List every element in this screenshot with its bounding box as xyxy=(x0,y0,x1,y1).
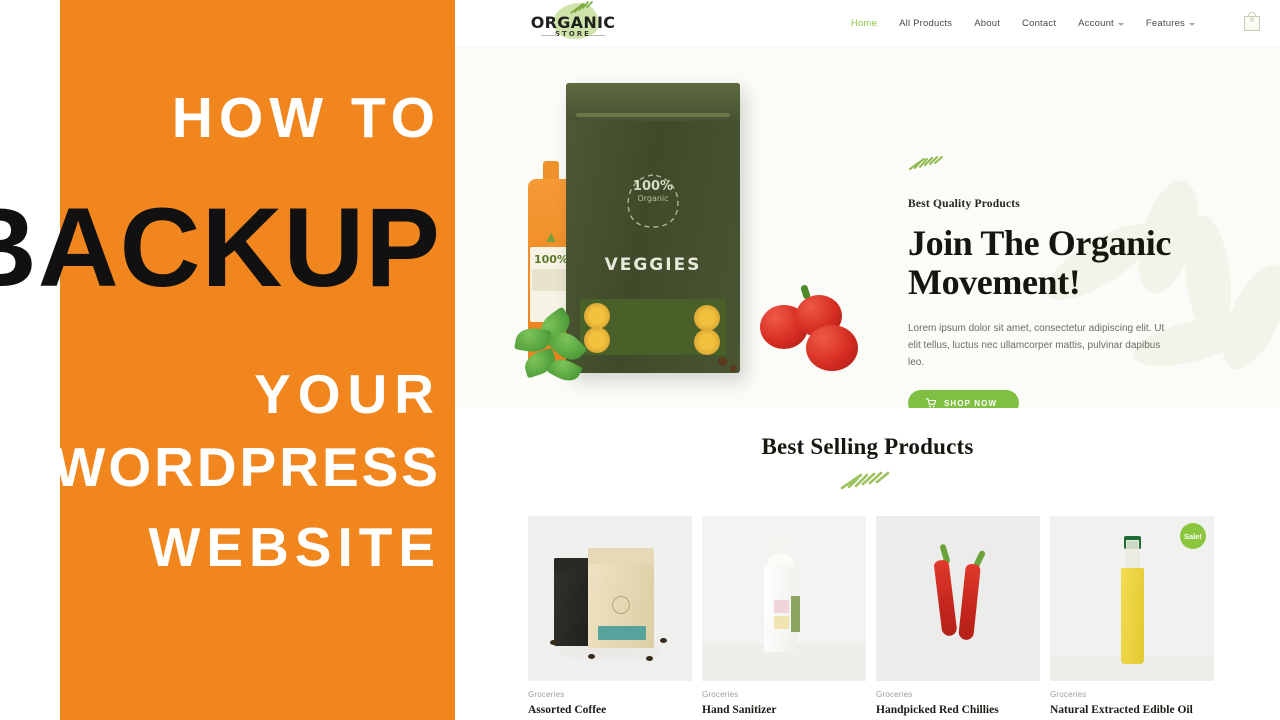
thumbnail-line-wordpress: WORDPRESS xyxy=(53,436,441,498)
hero-copy-block: Best Quality Products Join The Organic M… xyxy=(908,155,1238,408)
brown-pouch-seal-percent: 100% xyxy=(756,185,794,199)
product-name[interactable]: Hand Sanitizer xyxy=(702,704,866,716)
brown-pouch-label: GROCERIES xyxy=(746,257,856,275)
section-divider-sprig-icon xyxy=(455,470,1280,490)
star-anise xyxy=(730,365,737,372)
juice-bottle-label-block xyxy=(532,269,570,291)
shop-now-button[interactable]: SHOP NOW xyxy=(908,390,1020,408)
green-pouch-label: VEGGIES xyxy=(604,255,702,275)
nav-item-all-products[interactable]: All Products xyxy=(888,18,963,29)
hero-sprig-icon xyxy=(908,155,1238,176)
cart-icon xyxy=(926,398,936,408)
thumbnail-line-how-to: HOW TO xyxy=(171,86,441,150)
nav-item-label: About xyxy=(974,18,1001,29)
product-image-hand-sanitizer xyxy=(702,516,866,681)
nav-item-label: Features xyxy=(1145,18,1185,29)
website-preview: ORGANIC STORE Home All Products About Co… xyxy=(455,0,1280,720)
product-category: Groceries xyxy=(876,690,913,699)
thumbnail-line-your: YOUR xyxy=(254,363,441,425)
main-navigation: Home All Products About Contact Account … xyxy=(840,0,1206,47)
product-category: Groceries xyxy=(1050,690,1087,699)
star-anise xyxy=(718,357,727,366)
thumbnail-title-group: HOW TO BACKUP YOUR WORDPRESS WEBSITE xyxy=(0,0,455,720)
site-logo[interactable]: ORGANIC STORE xyxy=(523,1,623,45)
shop-now-label: SHOP NOW xyxy=(944,398,998,408)
product-grid: Groceries Assorted Coffee ★★★★★ Grocerie… xyxy=(455,516,1280,720)
nav-item-features[interactable]: Features xyxy=(1135,18,1206,29)
product-category: Groceries xyxy=(528,690,565,699)
hero-section: 100% GROCERIES ▲ 100% 100% Organic VEGGI… xyxy=(455,47,1280,408)
thumbnail-line-backup: BACKUP xyxy=(0,185,441,310)
logo-subtext: STORE xyxy=(523,30,623,38)
nav-item-home[interactable]: Home xyxy=(840,18,888,29)
hero-kicker: Best Quality Products xyxy=(908,198,1020,210)
product-image-assorted-coffee xyxy=(528,516,692,681)
green-pouch-seal-percent: 100% xyxy=(632,179,674,194)
product-card[interactable]: Groceries Handpicked Red Chillies ★★★★★ xyxy=(876,516,1040,720)
product-name[interactable]: Natural Extracted Edible Oil xyxy=(1050,704,1214,716)
brown-pouch-zipper xyxy=(726,137,862,141)
nav-item-about[interactable]: About xyxy=(963,18,1011,29)
nav-item-label: Home xyxy=(850,18,878,29)
nav-item-contact[interactable]: Contact xyxy=(1011,18,1067,29)
cart-button[interactable]: 0 xyxy=(1244,11,1260,31)
nav-item-account[interactable]: Account xyxy=(1067,18,1135,29)
best-selling-section: Best Selling Products Groceries Assorted… xyxy=(455,408,1280,720)
brown-pouch-top xyxy=(718,109,870,145)
product-card[interactable]: Groceries Assorted Coffee ★★★★★ xyxy=(528,516,692,720)
screenshot-root: HOW TO BACKUP YOUR WORDPRESS WEBSITE ORG… xyxy=(0,0,1280,720)
product-card[interactable]: Sale! Groceries Natural Extracted Edible… xyxy=(1050,516,1214,720)
chevron-down-icon xyxy=(1189,22,1195,26)
section-title: Best Selling Products xyxy=(761,434,974,459)
product-card[interactable]: Groceries Hand Sanitizer ★★★★★ xyxy=(702,516,866,720)
hero-subtitle: Lorem ipsum dolor sit amet, consectetur … xyxy=(908,323,1165,368)
sale-badge: Sale! xyxy=(1180,523,1206,549)
chevron-down-icon xyxy=(1117,22,1124,26)
thumbnail-line-website: WEBSITE xyxy=(148,516,441,578)
basil-leaves xyxy=(510,306,610,397)
video-thumbnail-panel: HOW TO BACKUP YOUR WORDPRESS WEBSITE xyxy=(0,0,455,720)
cart-count-badge: 0 xyxy=(1250,18,1254,24)
product-name[interactable]: Handpicked Red Chillies xyxy=(876,704,1040,716)
hero-product-image: 100% GROCERIES ▲ 100% 100% Organic VEGGI… xyxy=(490,57,910,402)
nav-item-label: All Products xyxy=(899,18,953,29)
green-pouch-seal-text: Organic xyxy=(637,194,669,203)
site-header: ORGANIC STORE Home All Products About Co… xyxy=(455,0,1280,47)
green-pouch-zipper xyxy=(576,113,730,117)
product-category: Groceries xyxy=(702,690,739,699)
product-name[interactable]: Assorted Coffee xyxy=(528,704,692,716)
nav-item-label: Account xyxy=(1078,18,1114,29)
product-image-red-chillies xyxy=(876,516,1040,681)
hero-title: Join The Organic Movement! xyxy=(908,223,1171,302)
nav-item-label: Contact xyxy=(1022,18,1057,29)
